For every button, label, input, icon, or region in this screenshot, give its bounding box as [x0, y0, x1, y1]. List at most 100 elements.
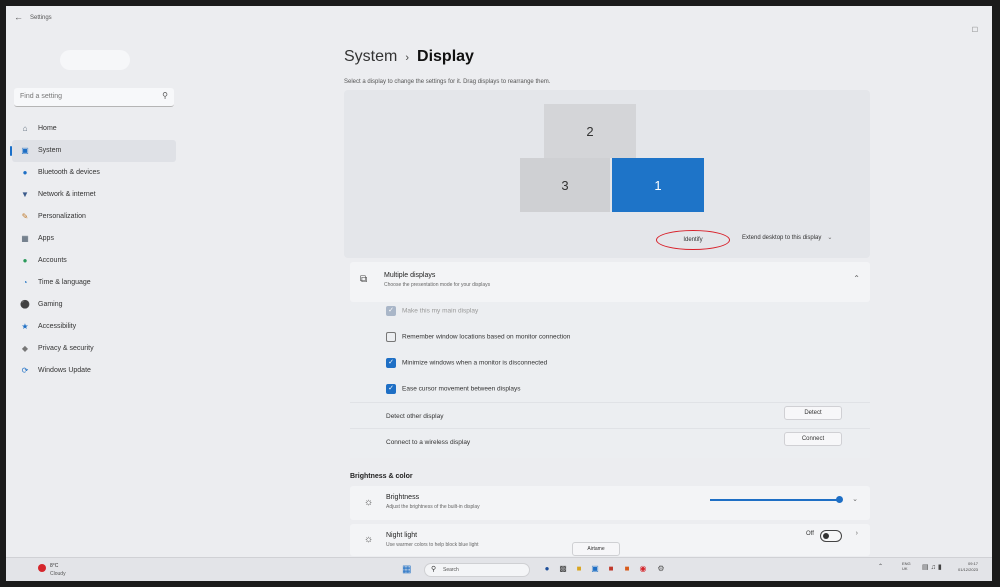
- minimize-windows-checkbox[interactable]: ✓: [386, 358, 396, 368]
- taskbar-search-label: Search: [443, 567, 459, 573]
- page-subtitle: Select a display to change the settings …: [344, 79, 551, 85]
- multiple-displays-title: Multiple displays: [384, 272, 436, 279]
- title-bar: ← Settings ☐: [6, 6, 992, 34]
- divider: [350, 428, 870, 429]
- page-title: Display: [417, 48, 474, 65]
- breadcrumb-system[interactable]: System: [344, 48, 397, 65]
- sidebar-item-accounts[interactable]: ● Accounts: [6, 250, 176, 272]
- taskbar-search[interactable]: ⚲ Search: [424, 563, 530, 577]
- chat-app-icon[interactable]: ●: [542, 564, 552, 574]
- option-minimize-windows[interactable]: ✓ Minimize windows when a monitor is disc…: [386, 358, 547, 368]
- option-main-display: ✓ Make this my main display: [386, 306, 478, 316]
- sidebar-item-home[interactable]: ⌂ Home: [6, 118, 176, 140]
- night-light-toggle[interactable]: [820, 530, 842, 542]
- windows-start-icon[interactable]: ▦: [402, 564, 411, 575]
- connect-button[interactable]: Connect: [784, 432, 842, 446]
- taskbar-clock[interactable]: 09:17 01/12/2023: [958, 561, 978, 573]
- home-icon: ⌂: [22, 124, 28, 133]
- app-title: Settings: [30, 15, 52, 21]
- detect-other-display-label: Detect other display: [386, 413, 444, 420]
- sidebar-item-label: Home: [38, 125, 57, 132]
- multiple-displays-subtitle: Choose the presentation mode for your di…: [384, 282, 491, 288]
- sidebar-item-system[interactable]: ▣ System: [10, 140, 176, 162]
- monitor-1-selected[interactable]: 1: [612, 158, 704, 212]
- sidebar-item-label: Windows Update: [38, 367, 91, 374]
- brightness-color-heading: Brightness & color: [350, 473, 413, 480]
- back-arrow-icon[interactable]: ←: [14, 12, 23, 22]
- sidebar-item-windows-update[interactable]: ⟳ Windows Update: [6, 360, 176, 382]
- pencil-icon: ✎: [21, 212, 29, 221]
- airtame-tooltip: Airtame: [572, 542, 620, 556]
- brightness-slider[interactable]: [710, 499, 838, 501]
- search-icon[interactable]: ⚲: [162, 91, 168, 100]
- clock-date: 01/12/2023: [958, 567, 979, 572]
- night-light-title: Night light: [386, 532, 418, 539]
- task-view-icon[interactable]: ▩: [558, 564, 568, 574]
- wireless-display-label: Connect to a wireless display: [386, 439, 471, 446]
- sidebar-item-gaming[interactable]: ⚫ Gaming: [6, 294, 176, 316]
- brightness-card: ☼ Brightness Adjust the brightness of th…: [350, 486, 870, 520]
- sidebar-item-label: Accounts: [38, 257, 67, 264]
- airtame-app-icon[interactable]: ▣: [590, 564, 600, 574]
- chevron-down-icon: ⌄: [827, 235, 833, 241]
- night-light-subtitle: Use warmer colors to help block blue lig…: [386, 542, 479, 548]
- file-explorer-icon[interactable]: ■: [574, 564, 584, 574]
- monitor-2[interactable]: 2: [544, 104, 636, 158]
- sidebar-item-privacy[interactable]: ◆ Privacy & security: [6, 338, 176, 360]
- sidebar-item-network[interactable]: ▼ Network & internet: [6, 184, 176, 206]
- chevron-down-icon[interactable]: ⌄: [852, 495, 858, 503]
- sidebar-item-label: Apps: [38, 235, 54, 242]
- option-label: Make this my main display: [402, 307, 479, 315]
- display-arrangement-area[interactable]: 2 3 1: [344, 90, 870, 258]
- bluetooth-icon: ●: [22, 168, 28, 177]
- display-mode-value: Extend desktop to this display: [742, 235, 822, 241]
- remember-locations-checkbox[interactable]: [386, 332, 396, 342]
- detect-button[interactable]: Detect: [784, 406, 842, 420]
- brightness-title: Brightness: [386, 494, 420, 501]
- sidebar-item-label: Time & language: [38, 279, 91, 286]
- sidebar-item-bluetooth[interactable]: ● Bluetooth & devices: [6, 162, 176, 184]
- main-display-checkbox: ✓: [386, 306, 396, 316]
- toggle-knob: [823, 533, 829, 539]
- display-mode-dropdown[interactable]: Extend desktop to this display ⌄: [742, 234, 854, 248]
- chevron-up-icon[interactable]: ⌃: [878, 563, 883, 570]
- brightness-slider-thumb[interactable]: [836, 496, 843, 503]
- user-account-avatar[interactable]: [60, 50, 130, 70]
- chevron-right-icon: ›: [405, 52, 410, 64]
- sidebar-item-accessibility[interactable]: ★ Accessibility: [6, 316, 176, 338]
- language-indicator[interactable]: ENG UK: [902, 561, 911, 571]
- monitor-icon: ▣: [21, 146, 29, 155]
- settings-window: ← Settings ☐ Find a setting ⚲ ⌂ Home ▣ S…: [6, 6, 992, 581]
- sidebar-item-label: Accessibility: [38, 323, 77, 330]
- option-ease-cursor[interactable]: ✓ Ease cursor movement between displays: [386, 384, 521, 394]
- settings-gear-icon[interactable]: ⚙: [656, 564, 666, 574]
- sidebar-item-apps[interactable]: ▦ Apps: [6, 228, 176, 250]
- multiple-displays-icon: ⧉: [360, 274, 368, 285]
- night-light-state: Off: [806, 531, 814, 537]
- sidebar-item-label: Personalization: [38, 213, 86, 220]
- chrome-icon[interactable]: ◉: [638, 564, 648, 574]
- search-placeholder: Find a setting: [20, 93, 63, 100]
- sidebar-item-label: Gaming: [38, 301, 63, 308]
- monitor-3[interactable]: 3: [520, 158, 610, 212]
- sidebar-item-personalization[interactable]: ✎ Personalization: [6, 206, 176, 228]
- identify-button[interactable]: Identify: [656, 230, 730, 250]
- tray-status-icons[interactable]: ▤♫▮: [922, 563, 944, 571]
- night-light-icon: ☼: [364, 534, 374, 545]
- powerpoint-icon[interactable]: ■: [622, 564, 632, 574]
- weather-condition[interactable]: Cloudy: [50, 571, 66, 577]
- weather-icon[interactable]: [38, 564, 46, 572]
- chevron-right-icon[interactable]: ›: [856, 530, 858, 537]
- sidebar-item-label: System: [38, 147, 62, 154]
- chevron-up-icon[interactable]: ⌃: [853, 274, 860, 283]
- settings-search-input[interactable]: Find a setting ⚲: [14, 88, 174, 107]
- shield-icon: ◆: [21, 344, 29, 353]
- ease-cursor-checkbox[interactable]: ✓: [386, 384, 396, 394]
- sidebar-item-time-language[interactable]: ◔ Time & language: [6, 272, 176, 294]
- option-remember-window-locations[interactable]: Remember window locations based on monit…: [386, 332, 570, 342]
- weather-temperature[interactable]: 8°C: [50, 563, 58, 569]
- multiple-displays-header[interactable]: ⧉ Multiple displays Choose the presentat…: [350, 262, 870, 302]
- option-label: Ease cursor movement between displays: [402, 385, 521, 393]
- window-controls[interactable]: ☐: [972, 26, 978, 34]
- office-app-icon[interactable]: ■: [606, 564, 616, 574]
